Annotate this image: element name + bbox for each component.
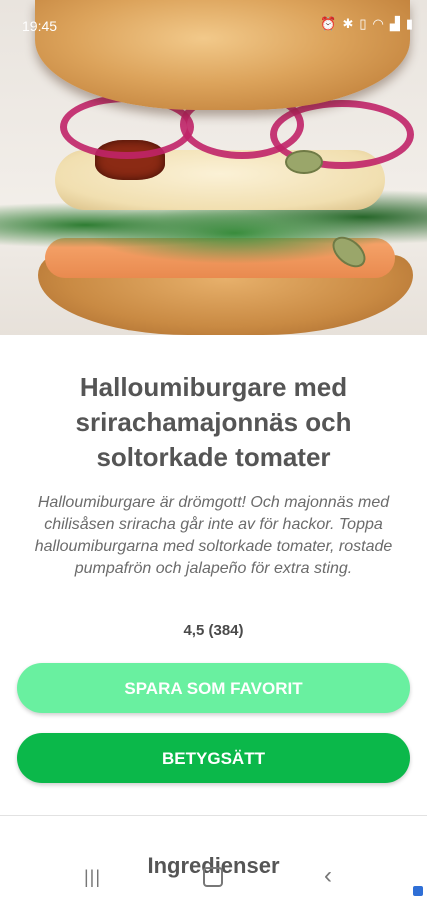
pumpkin-seed bbox=[285, 150, 323, 174]
wifi-icon: ◠ bbox=[372, 16, 384, 31]
section-divider bbox=[0, 815, 427, 816]
home-icon[interactable] bbox=[203, 867, 223, 887]
bluetooth-icon: ✱ bbox=[342, 16, 354, 31]
navigation-bar: ||| ‹ bbox=[0, 855, 427, 900]
battery-icon: ▮ bbox=[405, 16, 413, 31]
vibrate-icon: ▯ bbox=[359, 16, 367, 31]
rate-button[interactable]: BETYGSÄTT bbox=[17, 733, 410, 783]
status-icons: ⏰ ✱ ▯ ◠ ▟ ▮ bbox=[320, 16, 413, 32]
signal-icon: ▟ bbox=[389, 16, 400, 31]
status-time: 19:45 bbox=[22, 18, 58, 34]
alarm-icon: ⏰ bbox=[320, 16, 337, 31]
recipe-description: Halloumiburgare är drömgott! Och majonnä… bbox=[34, 494, 393, 577]
recipe-hero-image bbox=[0, 0, 427, 335]
recipe-rating: 4,5 (384) bbox=[183, 622, 244, 639]
lock-icon bbox=[413, 886, 423, 896]
save-favorite-button[interactable]: SPARA SOM FAVORIT bbox=[17, 663, 410, 713]
recipe-title: Halloumiburgare med srirachamajonnäs och… bbox=[75, 372, 352, 472]
recent-apps-icon[interactable]: ||| bbox=[84, 867, 101, 888]
status-bar: 19:45 ⏰ ✱ ▯ ◠ ▟ ▮ bbox=[0, 0, 427, 50]
back-icon[interactable]: ‹ bbox=[324, 862, 332, 890]
